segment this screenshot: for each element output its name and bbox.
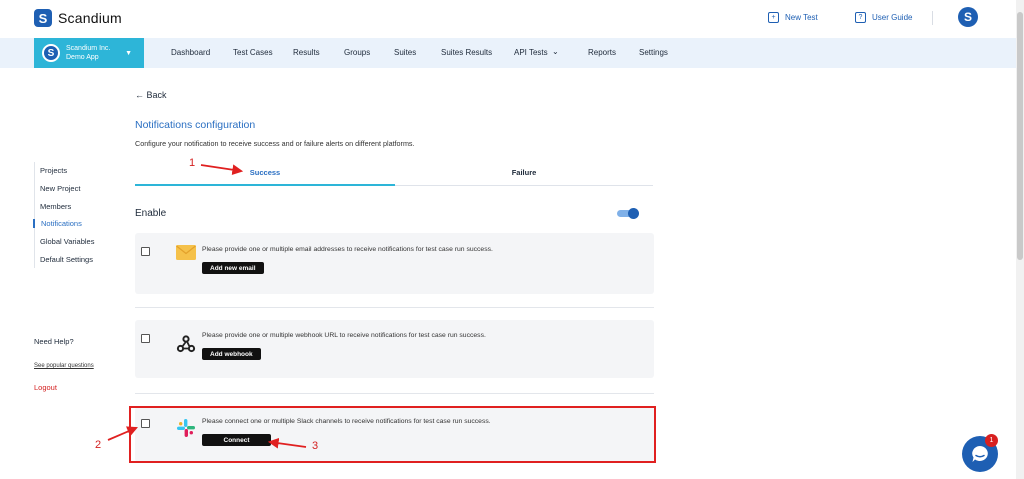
chat-icon — [972, 446, 988, 462]
scrollbar-thumb[interactable] — [1017, 12, 1023, 260]
annotation-arrows — [107, 164, 307, 449]
arrow-to-connect-button — [267, 437, 307, 449]
chat-unread-badge: 1 — [985, 434, 998, 447]
arrow-to-checkbox — [107, 426, 138, 441]
arrow-to-success-tab — [200, 164, 244, 176]
